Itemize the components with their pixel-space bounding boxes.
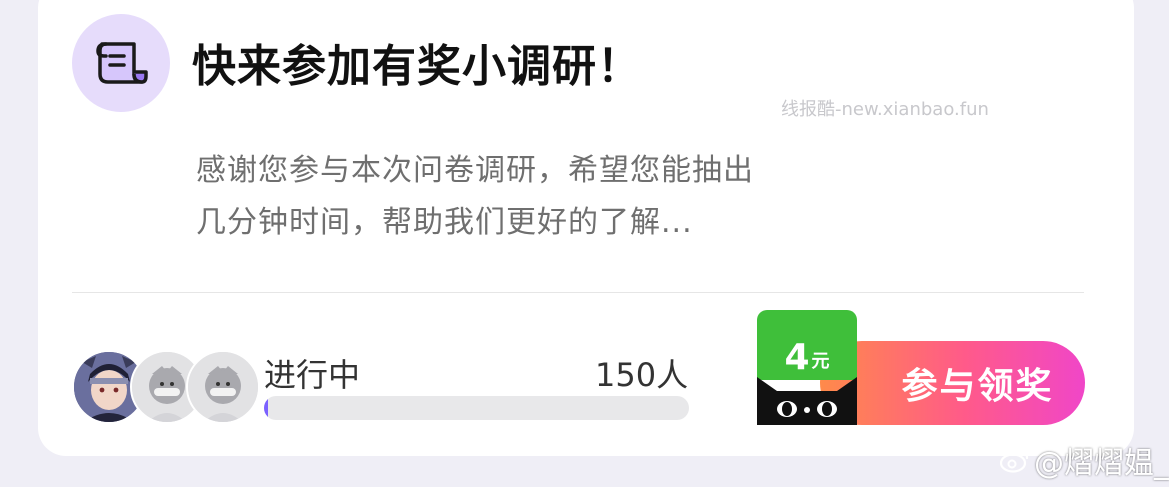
participation-progress-bar	[264, 396, 689, 420]
participant-avatars	[72, 350, 262, 424]
tmall-cat-icon	[757, 377, 857, 425]
weibo-watermark: @熠熠媪_	[1000, 438, 1169, 482]
site-watermark: 线报酷-new.xianbao.fun	[781, 99, 989, 120]
reward-amount-box: 4 元	[757, 310, 857, 380]
card-divider	[72, 292, 1084, 293]
reward-amount: 4	[784, 337, 810, 378]
join-reward-button[interactable]: 参与领奖	[820, 341, 1085, 425]
weibo-handle: @熠熠媪_	[1034, 446, 1169, 481]
reward-badge: 4 元	[757, 310, 857, 425]
survey-icon-container	[72, 14, 170, 112]
survey-status: 进行中	[264, 356, 361, 394]
survey-description: 感谢您参与本次问卷调研，希望您能抽出几分钟时间，帮助我们更好的了解...	[196, 153, 754, 240]
participant-avatar	[186, 350, 260, 424]
reward-unit: 元	[811, 351, 830, 372]
participant-count: 150人	[595, 356, 689, 394]
weibo-icon	[1000, 449, 1029, 473]
default-avatar-icon	[188, 352, 258, 422]
survey-title: 快来参加有奖小调研！	[192, 41, 642, 92]
scroll-icon	[96, 42, 148, 84]
join-reward-button-label: 参与领奖	[901, 366, 1054, 407]
